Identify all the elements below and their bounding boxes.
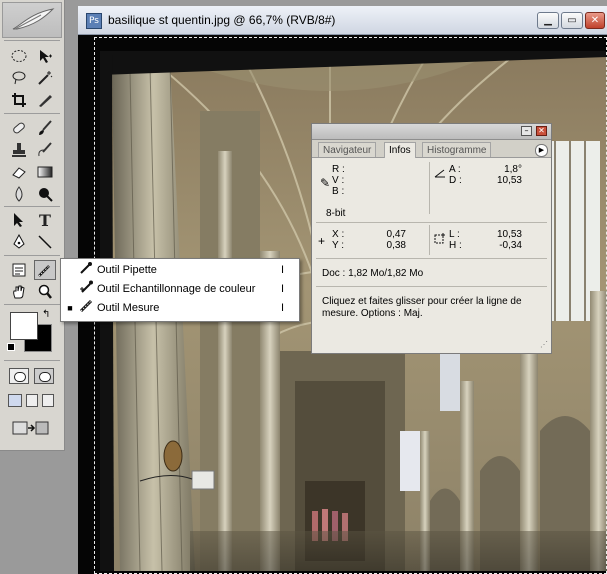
v-label: V :: [332, 175, 345, 186]
tab-navigateur[interactable]: Navigateur: [318, 142, 377, 157]
distance-value: 10,53: [496, 175, 522, 186]
eyedropper-icon: [79, 261, 97, 278]
flyout-item-pipette[interactable]: Outil Pipette I: [61, 260, 299, 279]
divider: [4, 360, 60, 361]
panel-minimize-button[interactable]: –: [521, 126, 532, 136]
panel-menu-icon[interactable]: ▶: [535, 144, 548, 157]
divider: [4, 206, 60, 207]
divider: [316, 286, 547, 287]
resize-grip-icon[interactable]: ⋰: [540, 340, 548, 349]
angle-label: A :: [449, 164, 461, 175]
document-icon: Ps: [86, 13, 102, 29]
blur-icon[interactable]: [8, 184, 30, 204]
divider: [316, 258, 547, 259]
h-value: -0,34: [499, 240, 522, 251]
info-panel: – ✕ Navigateur Infos Histogramme ▶ ✎ R :…: [311, 123, 552, 354]
flyout-item-label: Outil Mesure: [97, 301, 160, 314]
feather-icon: [12, 8, 55, 30]
r-label: R :: [332, 164, 345, 175]
type-icon[interactable]: T: [34, 210, 56, 230]
jump-to-imageready-icon[interactable]: [10, 418, 52, 438]
x-label: X :: [332, 229, 345, 240]
close-button[interactable]: ✕: [585, 12, 605, 29]
screen-mode-standard-button[interactable]: [8, 394, 22, 407]
angle-value: 1,8°: [504, 164, 522, 175]
flyout-item-color-sampler[interactable]: Outil Echantillonnage de couleur I: [61, 279, 299, 298]
healing-brush-icon[interactable]: [8, 118, 30, 138]
clone-stamp-icon[interactable]: [8, 140, 30, 160]
divider: [4, 40, 60, 41]
divider: [4, 304, 60, 305]
tab-infos[interactable]: Infos: [384, 142, 416, 158]
document-title: basilique st quentin.jpg @ 66,7% (RVB/8#…: [108, 13, 336, 27]
marquee-icon[interactable]: [8, 46, 30, 66]
angle-icon: [434, 168, 446, 181]
notes-icon[interactable]: [8, 260, 30, 280]
flyout-item-label: Outil Pipette: [97, 263, 157, 276]
h-label: H :: [449, 240, 462, 251]
line-icon[interactable]: [34, 232, 56, 252]
photoshop-logo[interactable]: [2, 2, 62, 38]
divider: [316, 222, 547, 223]
crop-icon[interactable]: [8, 90, 30, 110]
panel-tab-row: Navigateur Infos Histogramme: [312, 140, 551, 158]
panel-close-button[interactable]: ✕: [536, 126, 547, 136]
screen-mode-full-menu-button[interactable]: [26, 394, 38, 407]
swap-colors-icon[interactable]: ↰: [42, 310, 54, 322]
foreground-color-swatch[interactable]: [10, 312, 38, 340]
gradient-icon[interactable]: [34, 162, 56, 182]
ruler-icon: [79, 299, 97, 316]
divider: [4, 113, 60, 114]
maximize-button[interactable]: ▭: [561, 12, 583, 29]
b-label: B :: [332, 186, 345, 197]
default-colors-icon[interactable]: [7, 343, 15, 351]
move-icon[interactable]: [34, 46, 56, 66]
color-sampler-icon: [79, 280, 97, 297]
divider: [4, 255, 60, 256]
standard-mode-button[interactable]: [9, 368, 29, 384]
history-brush-icon[interactable]: [34, 140, 56, 160]
panel-title-bar[interactable]: – ✕: [312, 124, 551, 140]
tab-histogramme[interactable]: Histogramme: [422, 142, 492, 157]
flyout-item-shortcut: I: [281, 263, 285, 276]
document-title-bar[interactable]: Ps basilique st quentin.jpg @ 66,7% (RVB…: [78, 6, 607, 35]
dodge-icon[interactable]: [34, 184, 56, 204]
zoom-icon[interactable]: [34, 282, 56, 302]
eyedropper-tool-flyout: Outil Pipette I Outil Echantillonnage de…: [60, 258, 300, 322]
pen-icon[interactable]: [8, 232, 30, 252]
l-value: 10,53: [496, 229, 522, 240]
distance-label: D :: [449, 175, 462, 186]
crosshair-icon: +: [318, 234, 326, 248]
y-label: Y :: [332, 240, 345, 251]
hint-text-line-1: Cliquez et faites glisser pour créer la …: [322, 296, 522, 307]
screen-mode-full-button[interactable]: [42, 394, 54, 407]
eraser-icon[interactable]: [8, 162, 30, 182]
hand-icon[interactable]: [8, 282, 30, 302]
bit-depth: 8-bit: [326, 208, 346, 219]
divider: [429, 225, 430, 255]
eyedropper-icon: ✎: [320, 176, 331, 190]
doc-size: Doc : 1,82 Mo/1,82 Mo: [322, 268, 424, 279]
flyout-item-label: Outil Echantillonnage de couleur: [97, 282, 256, 295]
size-box-icon: [434, 232, 446, 247]
l-label: L :: [449, 229, 460, 240]
path-select-icon[interactable]: [8, 210, 30, 230]
flyout-item-measure[interactable]: ■ Outil Mesure I: [61, 298, 299, 317]
minimize-button[interactable]: ▁: [537, 12, 559, 29]
hint-text-line-2: mesure. Options : Maj.: [322, 308, 423, 319]
y-value: 0,38: [386, 240, 406, 251]
divider: [429, 162, 430, 214]
flyout-item-shortcut: I: [281, 282, 285, 295]
magic-wand-icon[interactable]: [34, 68, 56, 88]
quick-mask-button[interactable]: [34, 368, 54, 384]
selected-bullet-icon: ■: [67, 302, 73, 313]
x-value: 0,47: [386, 229, 406, 240]
flyout-item-shortcut: I: [281, 301, 285, 314]
lasso-icon[interactable]: [8, 68, 30, 88]
tool-palette: T ↰: [0, 0, 65, 451]
brush-icon[interactable]: [34, 118, 56, 138]
slice-icon[interactable]: [34, 90, 56, 110]
eyedropper-icon[interactable]: [34, 260, 56, 280]
